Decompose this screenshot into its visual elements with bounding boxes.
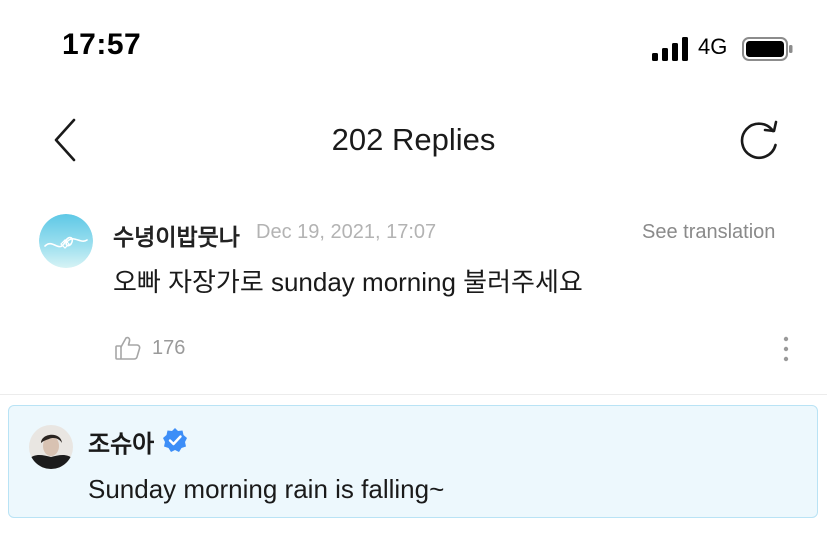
avatar[interactable] (39, 214, 93, 268)
comment-text: 오빠 자장가로 sunday morning 불러주세요 (113, 267, 583, 297)
divider (0, 394, 827, 395)
network-type: 4G (698, 34, 728, 59)
refresh-icon (740, 120, 778, 159)
signal-icon (652, 37, 688, 61)
like-button[interactable] (114, 334, 142, 362)
artist-avatar[interactable] (29, 425, 73, 469)
more-options-button[interactable] (774, 334, 798, 364)
battery-icon (742, 37, 793, 61)
comment-author[interactable]: 수녕이밥뭇나 (113, 218, 240, 252)
more-vertical-icon (783, 336, 789, 362)
refresh-button[interactable] (736, 118, 782, 164)
comment-date: Dec 19, 2021, 17:07 (256, 221, 437, 243)
see-translation-link[interactable]: See translation (642, 221, 775, 244)
like-count: 176 (152, 337, 186, 359)
verified-badge-icon (163, 428, 187, 452)
status-time: 17:57 (62, 28, 142, 61)
page-title: 202 Replies (331, 122, 496, 157)
artist-reply-author[interactable]: 조슈아 (88, 424, 154, 459)
thumbs-up-icon (115, 336, 141, 360)
artist-reply-text: Sunday morning rain is falling~ (88, 474, 445, 504)
